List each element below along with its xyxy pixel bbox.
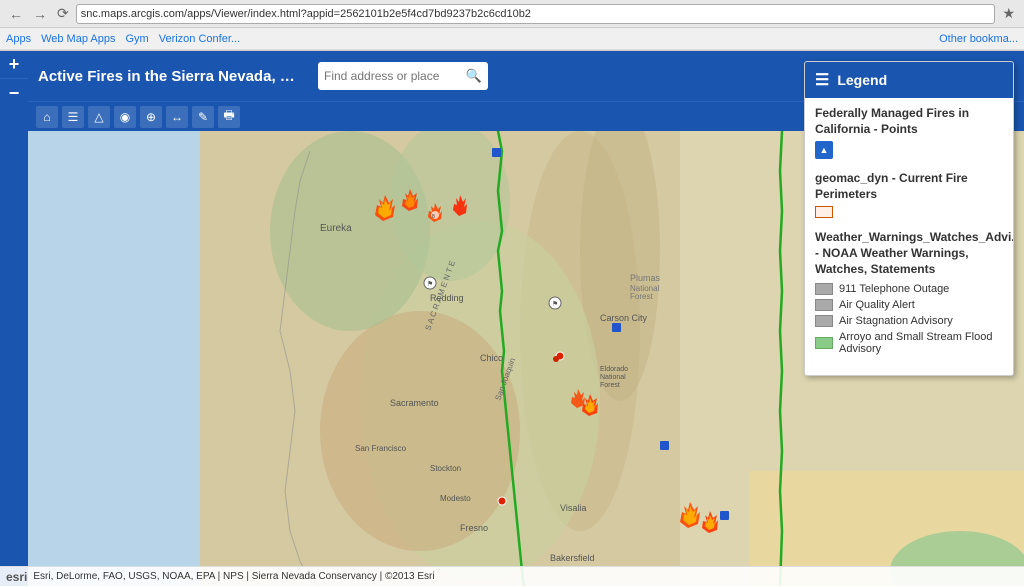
svg-text:National: National [600,374,626,381]
weather-label-air-quality: Air Quality Alert [839,299,915,311]
back-button[interactable]: ← [6,6,26,22]
svg-text:Bakersfield: Bakersfield [550,553,595,563]
nav-bar: ← → ⟳ ★ [0,0,1024,28]
zoom-out-button[interactable]: − [0,79,28,107]
basemap-button[interactable]: △ [88,106,110,128]
svg-text:Sacramento: Sacramento [390,398,439,408]
search-input[interactable] [324,69,466,83]
svg-text:Modesto: Modesto [440,494,471,503]
legend-body: Federally Managed Fires in California - … [805,98,1013,375]
svg-text:⚑: ⚑ [427,280,433,288]
legend-button[interactable]: ◉ [114,106,136,128]
weather-item-flood: Arroyo and Small Stream Flood Advisory [815,331,1003,355]
forward-button[interactable]: → [30,6,50,22]
legend-geomac-icon-row [815,206,1003,218]
bookmark-other[interactable]: Other bookma... [939,33,1018,45]
print-button[interactable]: 🖶 [218,106,240,128]
svg-text:Fresno: Fresno [460,523,488,533]
zoom-in-button[interactable]: + [0,51,28,79]
svg-text:Forest: Forest [630,292,653,301]
weather-label-air-stagnation: Air Stagnation Advisory [839,315,953,327]
bookmark-webmapapps[interactable]: Web Map Apps [41,33,115,45]
legend-section-geomac: geomac_dyn - Current Fire Perimeters [815,171,1003,218]
url-bar[interactable] [76,4,996,24]
weather-label-flood: Arroyo and Small Stream Flood Advisory [839,331,1003,355]
search-icon[interactable]: 🔍 [466,68,482,84]
svg-text:Plumas: Plumas [630,273,661,283]
legend-section-weather: Weather_Warnings_Watches_Advi... - NOAA … [815,230,1003,355]
legend-header: ☰ Legend [805,62,1013,98]
left-toolbar: + − [0,51,28,586]
overview-button[interactable]: ⊕ [140,106,162,128]
svg-text:Visalia: Visalia [560,503,586,513]
svg-text:Stockton: Stockton [430,464,461,473]
esri-logo: esri [6,570,27,584]
svg-text:Chico: Chico [480,353,503,363]
refresh-button[interactable]: ⟳ [54,5,72,22]
legend-title: Legend [837,72,887,88]
footer-text: Esri, DeLorme, FAO, USGS, NOAA, EPA | NP… [33,571,434,582]
esri-footer: esri Esri, DeLorme, FAO, USGS, NOAA, EPA… [0,566,1024,586]
home-button[interactable]: ⌂ [36,106,58,128]
bookmark-star[interactable]: ★ [999,5,1018,22]
svg-text:⚑: ⚑ [552,300,558,308]
legend-menu-icon[interactable]: ☰ [815,70,829,90]
bookmark-verizon[interactable]: Verizon Confer... [159,33,240,45]
fire-point-icon: ▲ [815,141,833,159]
weather-item-air-quality: Air Quality Alert [815,299,1003,311]
svg-text:Eldorado: Eldorado [600,366,628,373]
svg-text:San Francisco: San Francisco [355,444,407,453]
bookmark-apps[interactable]: Apps [6,33,31,45]
app-container: Eureka Redding Chico Sacramento San Fran… [0,51,1024,586]
legend-weather-title: Weather_Warnings_Watches_Advi... - NOAA … [815,230,1003,277]
legend-section-fires: Federally Managed Fires in California - … [815,106,1003,159]
legend-fires-title: Federally Managed Fires in California - … [815,106,1003,137]
measure-button[interactable]: ↔ [166,106,188,128]
bookmarks-bar: Apps Web Map Apps Gym Verizon Confer... … [0,28,1024,50]
legend-fires-icon-row: ▲ [815,141,1003,159]
legend-panel: ☰ Legend Federally Managed Fires in Cali… [804,61,1014,376]
app-title: Active Fires in the Sierra Nevada, Wild.… [38,68,308,85]
legend-geomac-title: geomac_dyn - Current Fire Perimeters [815,171,1003,202]
geomac-swatch [815,206,833,218]
svg-text:8: 8 [432,214,435,220]
svg-text:Carson City: Carson City [600,313,648,323]
search-bar[interactable]: 🔍 [318,62,488,90]
svg-text:Forest: Forest [600,382,620,389]
weather-swatch-air-quality [815,299,833,311]
weather-item-air-stagnation: Air Stagnation Advisory [815,315,1003,327]
svg-text:Eureka: Eureka [320,223,352,234]
draw-button[interactable]: ✎ [192,106,214,128]
weather-swatch-911 [815,283,833,295]
weather-item-911: 911 Telephone Outage [815,283,1003,295]
weather-swatch-air-stagnation [815,315,833,327]
layers-button[interactable]: ☰ [62,106,84,128]
weather-label-911: 911 Telephone Outage [839,283,949,295]
bookmark-gym[interactable]: Gym [125,33,148,45]
weather-swatch-flood [815,337,833,349]
